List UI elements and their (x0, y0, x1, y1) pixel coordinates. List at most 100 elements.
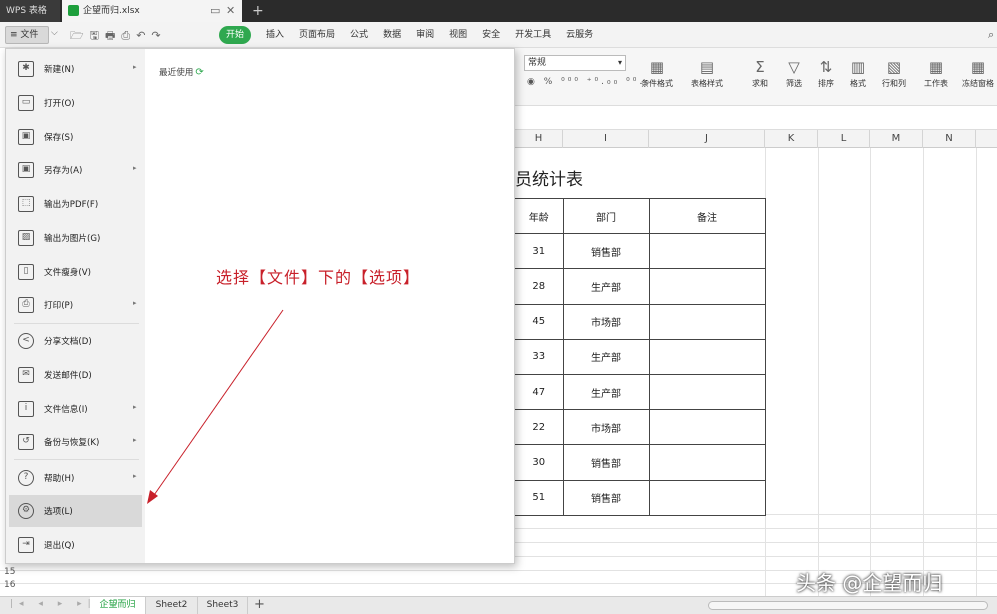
document-tab[interactable]: 企望而归.xlsx ▭ ✕ (62, 0, 242, 22)
sheet-tab-active[interactable]: 企望而归 (90, 597, 146, 614)
tab-developer[interactable]: 开发工具 (515, 26, 551, 44)
app-tab-wps[interactable]: WPS 表格 (0, 0, 60, 22)
cell-note[interactable] (648, 409, 766, 446)
cell-dept[interactable]: 生产部 (562, 268, 650, 305)
column-header-m[interactable]: M (870, 130, 923, 148)
menu-item-options[interactable]: ⚙ 选项(L) (9, 495, 142, 527)
column-header-j[interactable]: J (649, 130, 765, 148)
tab-formulas[interactable]: 公式 (350, 26, 368, 44)
cell-dept[interactable]: 市场部 (562, 303, 650, 340)
horizontal-scrollbar[interactable] (708, 601, 988, 610)
close-tab-icon[interactable]: ✕ (226, 0, 235, 22)
formula-bar[interactable] (515, 106, 997, 130)
tab-home[interactable]: 开始 (219, 26, 252, 44)
sum-button[interactable]: Σ 求和 (745, 56, 775, 89)
menu-item-help[interactable]: ? 帮助(H) ▸ (9, 462, 142, 494)
column-header-i[interactable]: I (563, 130, 649, 148)
menu-item-backup[interactable]: ↺ 备份与恢复(K) ▸ (9, 426, 142, 458)
freeze-panes-button[interactable]: ▦ 冻结窗格 (959, 56, 997, 89)
cell-age[interactable]: 45 (515, 303, 564, 340)
file-dropdown-icon[interactable]: ⌵ (51, 28, 58, 38)
tab-view[interactable]: 视图 (449, 26, 467, 44)
filter-button[interactable]: ▽ 筛选 (779, 56, 809, 89)
pin-tab-icon[interactable]: ▭ (210, 0, 220, 22)
column-header-l[interactable]: L (818, 130, 870, 148)
cell-dept[interactable]: 生产部 (562, 373, 650, 411)
cell-note[interactable] (648, 303, 766, 340)
sum-label: 求和 (752, 79, 768, 88)
sheet-tab[interactable]: Sheet3 (198, 597, 248, 614)
row-column-button[interactable]: ▧ 行和列 (876, 56, 912, 89)
number-format-buttons[interactable]: ◉ % ⁰⁰⁰ ⁺⁰.₀₀ ⁰⁰.₀ (527, 77, 652, 87)
sheet-title-cell[interactable]: 员统计表 (515, 165, 583, 190)
row-header[interactable]: 16 (0, 579, 22, 592)
menu-item-save[interactable]: ▣ 保存(S) (9, 121, 142, 153)
cell-age[interactable]: 22 (515, 409, 564, 446)
menu-item-send-mail[interactable]: ✉ 发送邮件(D) (9, 359, 142, 391)
tab-page-layout[interactable]: 页面布局 (299, 26, 335, 44)
chevron-right-icon: ▸ (133, 63, 137, 71)
menu-item-new[interactable]: ✱ 新建(N) ▸ (9, 53, 142, 85)
menu-item-exit[interactable]: ⇥ 退出(Q) (9, 529, 142, 561)
format-button[interactable]: ▥ 格式 (843, 56, 873, 89)
cell-note[interactable] (648, 479, 766, 516)
number-format-select[interactable]: 常规 ▾ (524, 55, 626, 71)
tab-data[interactable]: 数据 (383, 26, 401, 44)
menu-item-open[interactable]: ▭ 打开(O) (9, 87, 142, 119)
cell-dept[interactable]: 销售部 (562, 233, 650, 270)
header-cell-dept[interactable]: 部门 (562, 197, 650, 235)
share-icon: < (18, 333, 34, 349)
cell-note[interactable] (648, 268, 766, 305)
menu-item-save-as[interactable]: ▣ 另存为(A) ▸ (9, 154, 142, 186)
new-tab-icon[interactable]: + (252, 0, 264, 22)
tab-review[interactable]: 审阅 (416, 26, 434, 44)
column-header-h[interactable]: H (515, 130, 563, 148)
tab-insert[interactable]: 插入 (266, 26, 284, 44)
column-header-k[interactable]: K (765, 130, 818, 148)
menu-tabs: 开始 插入 页面布局 公式 数据 审阅 视图 安全 开发工具 云服务 (219, 26, 608, 44)
cell-age[interactable]: 47 (515, 373, 564, 411)
cell-age[interactable]: 51 (515, 479, 564, 516)
cell-dept[interactable]: 市场部 (562, 409, 650, 446)
quick-access-icons[interactable]: 🗁🖫🖶⎙↶↷ (70, 27, 167, 46)
menu-item-export-pdf[interactable]: ⬚ 输出为PDF(F) (9, 188, 142, 220)
sort-button[interactable]: ⇅ 排序 (811, 56, 841, 89)
cell-dept[interactable]: 销售部 (562, 444, 650, 481)
menu-item-file-info[interactable]: i 文件信息(I) ▸ (9, 393, 142, 425)
refresh-icon[interactable]: ⟳ (195, 67, 203, 78)
search-icon[interactable]: ⌕ (988, 28, 994, 42)
cell-age[interactable]: 31 (515, 233, 564, 270)
tab-cloud[interactable]: 云服务 (566, 26, 593, 44)
header-cell-age[interactable]: 年龄 (515, 197, 564, 235)
cell-age[interactable]: 28 (515, 268, 564, 305)
cell-note[interactable] (648, 444, 766, 481)
conditional-format-button[interactable]: ▦ 条件格式 (635, 56, 679, 89)
sheet-tab[interactable]: Sheet2 (146, 597, 198, 614)
sheet-nav-arrows[interactable]: |◂ ◂ ▸ ▸| (10, 599, 97, 609)
column-header-n[interactable]: N (923, 130, 976, 148)
menu-item-label: 退出(Q) (44, 541, 75, 551)
menu-item-print[interactable]: ⎙ 打印(P) ▸ (9, 289, 142, 321)
header-cell-note[interactable]: 备注 (648, 197, 766, 235)
table-style-button[interactable]: ▤ 表格样式 (685, 56, 729, 89)
cell-note[interactable] (648, 373, 766, 411)
row-header[interactable]: 15 (0, 566, 22, 579)
cell-dept[interactable]: 销售部 (562, 479, 650, 516)
cell-note[interactable] (648, 338, 766, 375)
cell-age[interactable]: 33 (515, 338, 564, 375)
menu-item-export-image[interactable]: ▨ 输出为图片(G) (9, 222, 142, 254)
filter-icon: ▽ (788, 58, 800, 76)
row-headers: 15 16 (0, 566, 22, 592)
column-headers: H I J K L M N (515, 130, 997, 148)
file-menu-button[interactable]: ≡ 文件 (5, 26, 49, 44)
cell-age[interactable]: 30 (515, 444, 564, 481)
conditional-format-label: 条件格式 (641, 79, 673, 88)
cell-dept[interactable]: 生产部 (562, 338, 650, 375)
row-column-label: 行和列 (882, 79, 906, 88)
worksheet-button[interactable]: ▦ 工作表 (918, 56, 954, 89)
cell-note[interactable] (648, 233, 766, 270)
add-sheet-icon[interactable]: + (254, 597, 265, 613)
menu-item-slim-file[interactable]: ▯ 文件瘦身(V) (9, 256, 142, 288)
tab-security[interactable]: 安全 (482, 26, 500, 44)
menu-item-share[interactable]: < 分享文档(D) (9, 325, 142, 357)
